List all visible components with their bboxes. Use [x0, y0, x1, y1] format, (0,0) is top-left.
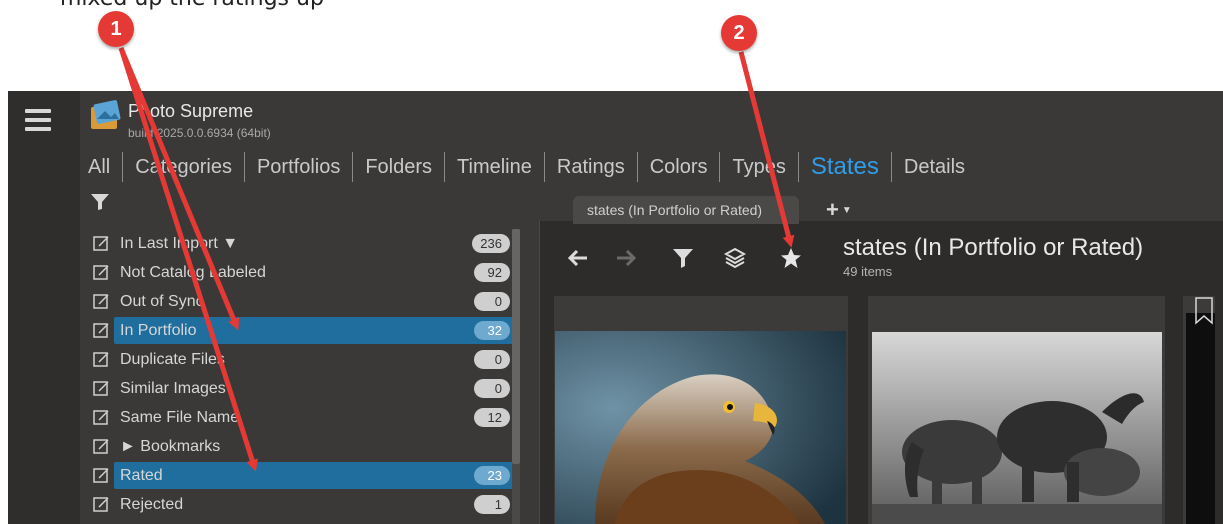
tab-colors[interactable]: Colors	[638, 152, 721, 182]
tab-timeline[interactable]: Timeline	[445, 152, 545, 182]
state-label: Rejected	[120, 495, 184, 513]
plus-icon: +	[826, 197, 839, 222]
tab-ratings[interactable]: Ratings	[545, 152, 638, 182]
tab-folders[interactable]: Folders	[353, 152, 446, 182]
state-item-out-of-sync[interactable]: Out of Sync 0	[90, 287, 510, 316]
count-badge: 0	[474, 292, 510, 311]
edit-icon[interactable]	[93, 467, 110, 484]
edit-icon[interactable]	[93, 322, 110, 339]
count-badge: 23	[474, 466, 510, 485]
app-build-label: build 2025.0.0.6934 (64bit)	[128, 126, 271, 140]
state-label: In Last Import ▼	[120, 234, 239, 252]
state-label: Same File Name	[120, 408, 240, 426]
state-label: Rated	[120, 466, 163, 484]
state-label: Not Catalog Labeled	[120, 263, 266, 281]
callout-badge-2: 2	[721, 15, 757, 51]
add-tab-button[interactable]: + ▼	[826, 197, 866, 222]
chevron-down-icon: ▼	[841, 205, 852, 217]
states-scrollbar[interactable]	[512, 229, 520, 524]
left-rail	[8, 91, 80, 524]
state-label: ► Bookmarks	[120, 437, 221, 455]
tab-categories[interactable]: Categories	[123, 152, 245, 182]
state-item-rated[interactable]: Rated 23	[90, 461, 514, 490]
tab-states[interactable]: States	[799, 152, 892, 182]
photo-supreme-logo-icon	[91, 100, 121, 129]
forward-arrow-icon[interactable]	[614, 247, 638, 269]
state-item-bookmarks[interactable]: ► Bookmarks	[90, 432, 510, 461]
edit-icon[interactable]	[93, 293, 110, 310]
edit-icon[interactable]	[93, 409, 110, 426]
tab-all[interactable]: All	[88, 152, 124, 182]
count-badge: 0	[474, 350, 510, 369]
state-label: Out of Sync	[120, 292, 204, 310]
tab-details[interactable]: Details	[892, 152, 977, 182]
state-item-rejected[interactable]: Rejected 1	[90, 490, 510, 519]
state-item-in-last-import[interactable]: In Last Import ▼ 236	[90, 229, 510, 258]
edit-icon[interactable]	[93, 380, 110, 397]
results-count: 49 items	[843, 264, 893, 279]
back-arrow-icon[interactable]	[566, 247, 590, 269]
count-badge: 92	[474, 263, 510, 282]
count-badge: 0	[474, 379, 510, 398]
state-item-same-file-name[interactable]: Same File Name 12	[90, 403, 510, 432]
filter-icon[interactable]	[90, 193, 110, 211]
state-label: In Portfolio	[120, 321, 197, 339]
state-item-in-portfolio[interactable]: In Portfolio 32	[90, 316, 514, 345]
caption-text: mixed up the ratings up	[60, 0, 324, 14]
page-caption: mixed up the ratings up	[0, 0, 1223, 60]
hamburger-menu-icon[interactable]	[25, 109, 51, 131]
layers-icon[interactable]	[723, 247, 747, 269]
filter-icon[interactable]	[671, 247, 695, 269]
states-list: In Last Import ▼ 236 Not Catalog Labeled…	[90, 229, 514, 519]
edit-icon[interactable]	[93, 351, 110, 368]
edit-icon[interactable]	[93, 235, 110, 252]
edit-icon[interactable]	[93, 438, 110, 455]
count-badge: 12	[474, 408, 510, 427]
elephants-photo[interactable]	[872, 332, 1162, 524]
bookmark-icon[interactable]	[1194, 297, 1214, 325]
next-card-preview	[1186, 313, 1215, 524]
callout-badge-1: 1	[98, 11, 134, 47]
state-item-similar-images[interactable]: Similar Images 0	[90, 374, 510, 403]
count-badge: 1	[474, 495, 510, 514]
eagle-photo[interactable]	[555, 331, 846, 524]
state-item-duplicate-files[interactable]: Duplicate Files 0	[90, 345, 510, 374]
edit-icon[interactable]	[93, 496, 110, 513]
scrollbar-thumb[interactable]	[512, 229, 520, 464]
results-title: states (In Portfolio or Rated)	[843, 234, 1144, 261]
state-item-not-catalog-labeled[interactable]: Not Catalog Labeled 92	[90, 258, 510, 287]
count-badge: 236	[472, 234, 510, 253]
catalog-nav-tabs: All Categories Portfolios Folders Timeli…	[88, 150, 977, 184]
app-title: Photo Supreme	[128, 101, 254, 121]
results-tab[interactable]: states (In Portfolio or Rated)	[573, 196, 799, 224]
state-label: Similar Images	[120, 379, 226, 397]
count-badge: 32	[474, 321, 510, 340]
star-icon[interactable]	[779, 247, 803, 269]
tab-portfolios[interactable]: Portfolios	[245, 152, 354, 182]
state-label: Duplicate Files	[120, 350, 225, 368]
edit-icon[interactable]	[93, 264, 110, 281]
tab-types[interactable]: Types	[720, 152, 799, 182]
